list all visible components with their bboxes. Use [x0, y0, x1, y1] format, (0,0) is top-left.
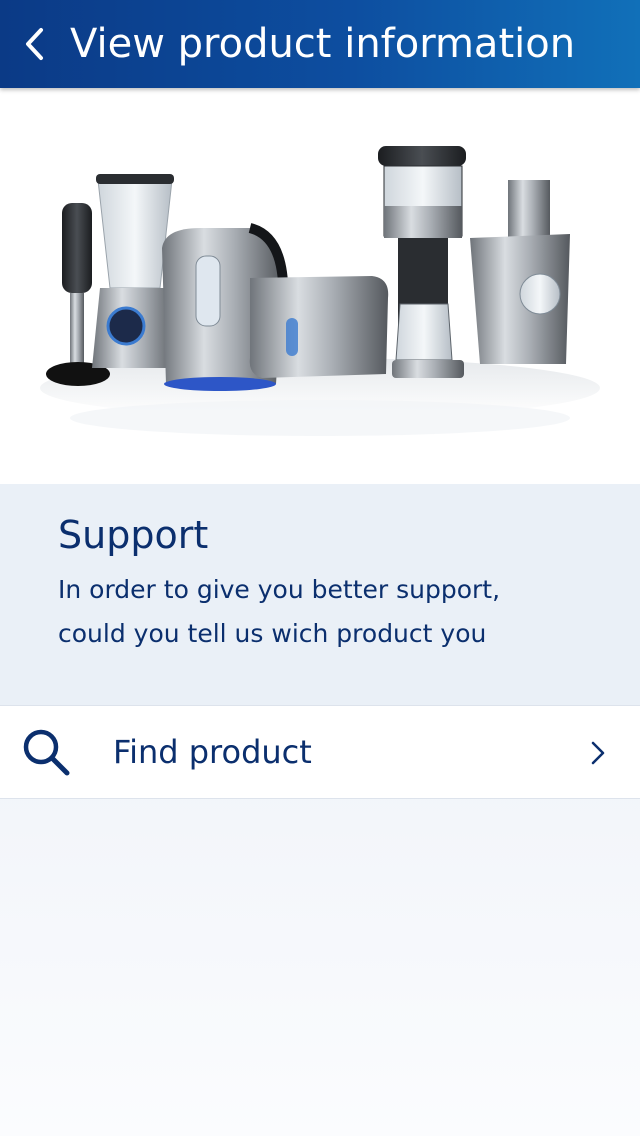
chevron-right-icon [591, 741, 605, 765]
find-product-label: Find product [113, 733, 312, 771]
support-section: Support In order to give you better supp… [0, 484, 640, 705]
search-icon [23, 729, 70, 776]
page-title: View product information [70, 21, 576, 67]
support-description-line-1: In order to give you better support, [58, 575, 501, 604]
product-hero-image [0, 88, 640, 484]
support-title: Support [58, 513, 209, 557]
support-description: In order to give you better support, cou… [58, 568, 618, 656]
back-button[interactable] [16, 22, 52, 66]
app-header: View product information [0, 0, 640, 88]
chevron-left-icon [26, 28, 43, 60]
appliances-illustration [40, 146, 600, 436]
find-product-row[interactable]: Find product [0, 705, 640, 799]
support-description-line-2: could you tell us wich product you [58, 619, 487, 648]
